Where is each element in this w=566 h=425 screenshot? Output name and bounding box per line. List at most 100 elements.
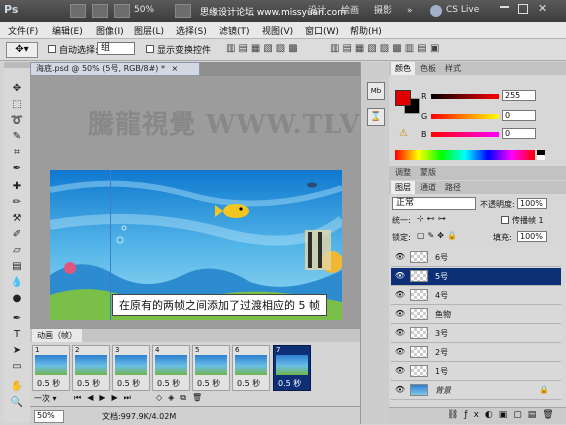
layer-row-2[interactable]: 👁 2号 bbox=[391, 344, 561, 362]
playback-controls[interactable]: ⏮◀▶▶⏭ bbox=[74, 393, 137, 403]
b-value-field[interactable]: 0 bbox=[502, 128, 536, 139]
b-slider[interactable] bbox=[431, 132, 499, 137]
guide-line[interactable] bbox=[110, 170, 111, 320]
animation-frame-5[interactable]: 5 0.5 秒 bbox=[192, 345, 230, 391]
menu-image[interactable]: 图像(I) bbox=[96, 24, 124, 37]
hand-tool-icon[interactable]: ✋ bbox=[10, 380, 24, 394]
menu-edit[interactable]: 编辑(E) bbox=[52, 24, 83, 37]
tool-preset-picker[interactable]: ✥▾ bbox=[6, 42, 38, 58]
layer-row-3[interactable]: 👁 3号 bbox=[391, 325, 561, 343]
color-spectrum-ramp[interactable] bbox=[395, 150, 535, 160]
animation-frame-3[interactable]: 3 0.5 秒 bbox=[112, 345, 150, 391]
foreground-color-swatch[interactable] bbox=[395, 90, 411, 106]
tab-channels[interactable]: 通道 bbox=[416, 181, 440, 194]
eye-icon[interactable]: 👁 bbox=[394, 309, 406, 319]
close-tab-icon[interactable]: × bbox=[172, 64, 179, 73]
marquee-tool-icon[interactable]: ⬚ bbox=[10, 98, 24, 112]
frame-duration[interactable]: 0.5 秒 bbox=[37, 378, 60, 389]
eye-icon[interactable]: 👁 bbox=[394, 347, 406, 357]
mini-bridge-icon[interactable] bbox=[92, 4, 108, 18]
r-slider[interactable] bbox=[431, 94, 499, 99]
tab-adjustments[interactable]: 调整 bbox=[391, 166, 415, 179]
frame-duration[interactable]: 0.5 秒 bbox=[197, 378, 220, 389]
animation-panel-tab[interactable]: 动画（帧） bbox=[32, 329, 82, 342]
blend-mode-dropdown[interactable]: 正常 bbox=[392, 197, 476, 210]
animation-frame-4[interactable]: 4 0.5 秒 bbox=[152, 345, 190, 391]
loop-options-dropdown[interactable]: 一次 ▾ bbox=[34, 393, 57, 404]
crop-tool-icon[interactable]: ⌗ bbox=[10, 146, 24, 160]
frame-duration[interactable]: 0.5 秒 bbox=[278, 378, 301, 389]
frame-duration[interactable]: 0.5 秒 bbox=[117, 378, 140, 389]
propagate-frame-checkbox[interactable] bbox=[501, 216, 509, 224]
close-window-icon[interactable]: ✕ bbox=[538, 2, 547, 15]
auto-select-checkbox[interactable] bbox=[48, 45, 56, 53]
tab-swatches[interactable]: 色板 bbox=[416, 62, 440, 75]
workspace-design[interactable]: 设计 bbox=[303, 4, 331, 18]
layer-row-4[interactable]: 👁 4号 bbox=[391, 287, 561, 305]
r-value-field[interactable]: 255 bbox=[502, 90, 536, 101]
eyedropper-tool-icon[interactable]: ✒ bbox=[10, 162, 24, 176]
history-panel-icon[interactable]: ⌛ bbox=[367, 108, 385, 126]
tab-color[interactable]: 颜色 bbox=[391, 62, 415, 75]
menu-filter[interactable]: 滤镜(T) bbox=[219, 24, 250, 37]
animation-frame-1[interactable]: 1 0.5 秒 bbox=[32, 345, 70, 391]
layer-row-fish[interactable]: 👁 鱼物 bbox=[391, 306, 561, 324]
eye-icon[interactable]: 👁 bbox=[394, 271, 406, 281]
g-value-field[interactable]: 0 bbox=[502, 110, 536, 121]
lock-buttons[interactable]: ▢✎✥🔒 bbox=[417, 231, 460, 240]
tab-layers[interactable]: 图层 bbox=[391, 181, 415, 194]
brush-tool-icon[interactable]: ✏ bbox=[10, 196, 24, 210]
layer-name[interactable]: 鱼物 bbox=[435, 309, 451, 320]
layer-name[interactable]: 4号 bbox=[435, 290, 448, 301]
animation-frame-7[interactable]: 7 0.5 秒 bbox=[273, 345, 311, 391]
gradient-tool-icon[interactable]: ▤ bbox=[10, 260, 24, 274]
eye-icon[interactable]: 👁 bbox=[394, 290, 406, 300]
g-slider[interactable] bbox=[431, 114, 499, 119]
extras-icon[interactable] bbox=[114, 4, 130, 18]
arrange-documents-icon[interactable] bbox=[175, 4, 191, 18]
fill-field[interactable]: 100% bbox=[517, 231, 547, 242]
auto-align-button[interactable]: ▣ bbox=[430, 43, 442, 54]
layer-row-background[interactable]: 👁 背景 🔒 bbox=[391, 382, 561, 400]
zoom-tool-icon[interactable]: 🔍 bbox=[10, 396, 24, 410]
workspace-photography[interactable]: 摄影 bbox=[369, 4, 397, 18]
layer-name[interactable]: 背景 bbox=[435, 385, 451, 396]
animation-frame-2[interactable]: 2 0.5 秒 bbox=[72, 345, 110, 391]
quick-selection-tool-icon[interactable]: ✎ bbox=[10, 130, 24, 144]
blur-tool-icon[interactable]: 💧 bbox=[10, 276, 24, 290]
lasso-tool-icon[interactable]: ➰ bbox=[10, 114, 24, 128]
workspace-painting[interactable]: 绘画 bbox=[336, 4, 364, 18]
status-doc-info[interactable]: 文档:997.9K/4.02M bbox=[102, 411, 176, 422]
move-tool-icon[interactable]: ✥ bbox=[10, 82, 24, 96]
path-selection-tool-icon[interactable]: ➤ bbox=[10, 344, 24, 358]
frame-duration[interactable]: 0.5 秒 bbox=[157, 378, 180, 389]
history-brush-tool-icon[interactable]: ✐ bbox=[10, 228, 24, 242]
tab-masks[interactable]: 蒙版 bbox=[416, 166, 440, 179]
clone-stamp-tool-icon[interactable]: ⚒ bbox=[10, 212, 24, 226]
layer-row-6[interactable]: 👁 6号 bbox=[391, 249, 561, 267]
pen-tool-icon[interactable]: ✒ bbox=[10, 312, 24, 326]
menu-layer[interactable]: 图层(L) bbox=[134, 24, 164, 37]
frame-duration[interactable]: 0.5 秒 bbox=[77, 378, 100, 389]
tab-styles[interactable]: 样式 bbox=[441, 62, 465, 75]
cs-live-button[interactable]: CS Live bbox=[446, 5, 479, 15]
layer-row-1[interactable]: 👁 1号 bbox=[391, 363, 561, 381]
tab-paths[interactable]: 路径 bbox=[441, 181, 465, 194]
animation-frame-6[interactable]: 6 0.5 秒 bbox=[232, 345, 270, 391]
show-transform-checkbox[interactable] bbox=[146, 45, 154, 53]
tween-duplicate-delete-buttons[interactable]: ◇◈⧉🗑 bbox=[156, 393, 208, 403]
layer-name[interactable]: 1号 bbox=[435, 366, 448, 377]
layer-name[interactable]: 3号 bbox=[435, 328, 448, 339]
dodge-tool-icon[interactable]: ● bbox=[10, 292, 24, 306]
eye-icon[interactable]: 👁 bbox=[394, 328, 406, 338]
minibridge-panel-icon[interactable]: Mb bbox=[367, 82, 385, 100]
shape-tool-icon[interactable]: ▭ bbox=[10, 360, 24, 374]
more-workspaces-button[interactable]: » bbox=[402, 4, 418, 18]
white-ramp-swatch[interactable] bbox=[537, 155, 545, 160]
zoom-level-display[interactable]: 50% bbox=[134, 5, 154, 15]
layer-row-5-selected[interactable]: 👁 5号 bbox=[391, 268, 561, 286]
menu-help[interactable]: 帮助(H) bbox=[350, 24, 382, 37]
menu-window[interactable]: 窗口(W) bbox=[305, 24, 339, 37]
menu-select[interactable]: 选择(S) bbox=[176, 24, 207, 37]
layer-name[interactable]: 6号 bbox=[435, 252, 448, 263]
